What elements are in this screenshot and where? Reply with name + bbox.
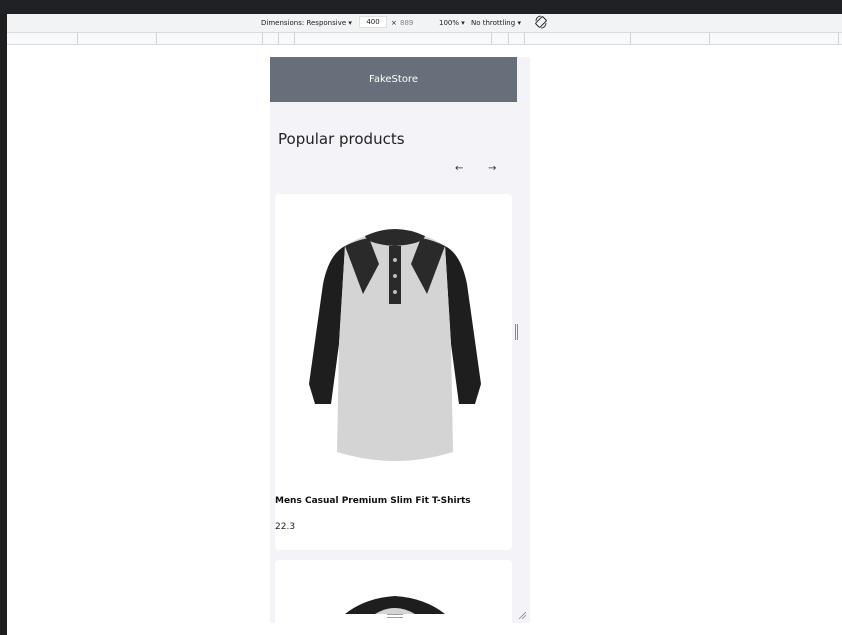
ruler-tick: [156, 33, 157, 44]
zoom-dropdown[interactable]: 100% ▾: [439, 18, 465, 28]
device-toolbar: Dimensions: Responsive ▾ 400 × 889 100% …: [7, 14, 842, 33]
resize-handle-bottom[interactable]: [387, 614, 403, 618]
resize-handle-right[interactable]: [515, 324, 518, 340]
throttling-dropdown[interactable]: No throttling ▾: [471, 18, 521, 28]
product-price: 22.3: [275, 522, 296, 532]
ruler-tick: [709, 33, 710, 44]
carousel-next-button[interactable]: →: [488, 163, 496, 174]
store-header: FakeStore: [270, 57, 517, 102]
ruler-tick: [838, 33, 839, 44]
chevron-down-icon: ▾: [517, 19, 521, 27]
product-image: [345, 596, 445, 614]
section-title: Popular products: [278, 130, 405, 148]
ruler-tick: [77, 33, 78, 44]
product-card[interactable]: Mens Casual Premium Slim Fit T-Shirts 22…: [275, 194, 512, 550]
device-frame: FakeStore Popular products ← → Mens Casu…: [270, 57, 530, 623]
product-image: [309, 229, 481, 461]
ruler-tick: [524, 33, 525, 44]
window-left-edge: [0, 14, 7, 635]
times-sign: ×: [391, 19, 397, 27]
ruler-tick: [262, 33, 263, 44]
ruler-tick: [630, 33, 631, 44]
media-query-ruler[interactable]: [7, 33, 842, 45]
ruler-tick: [278, 33, 279, 44]
device-viewport-area: FakeStore Popular products ← → Mens Casu…: [7, 45, 842, 635]
store-brand[interactable]: FakeStore: [369, 74, 418, 85]
chevron-down-icon: ▾: [348, 19, 352, 27]
rotate-icon[interactable]: [535, 15, 547, 32]
browser-top-bar: [0, 0, 842, 14]
chevron-down-icon: ▾: [461, 19, 465, 27]
width-input[interactable]: 400: [359, 16, 387, 28]
ruler-tick: [491, 33, 492, 44]
ruler-tick: [294, 33, 295, 44]
height-input[interactable]: 889: [400, 18, 413, 28]
ruler-tick: [508, 33, 509, 44]
carousel-prev-button[interactable]: ←: [455, 163, 463, 174]
zoom-label: 100%: [439, 19, 460, 27]
product-title[interactable]: Mens Casual Premium Slim Fit T-Shirts: [275, 496, 471, 506]
throttling-label: No throttling: [471, 19, 516, 27]
resize-corner-icon[interactable]: [519, 612, 526, 619]
dimensions-label: Dimensions: Responsive: [261, 19, 347, 27]
dimensions-dropdown[interactable]: Dimensions: Responsive ▾: [261, 18, 352, 28]
